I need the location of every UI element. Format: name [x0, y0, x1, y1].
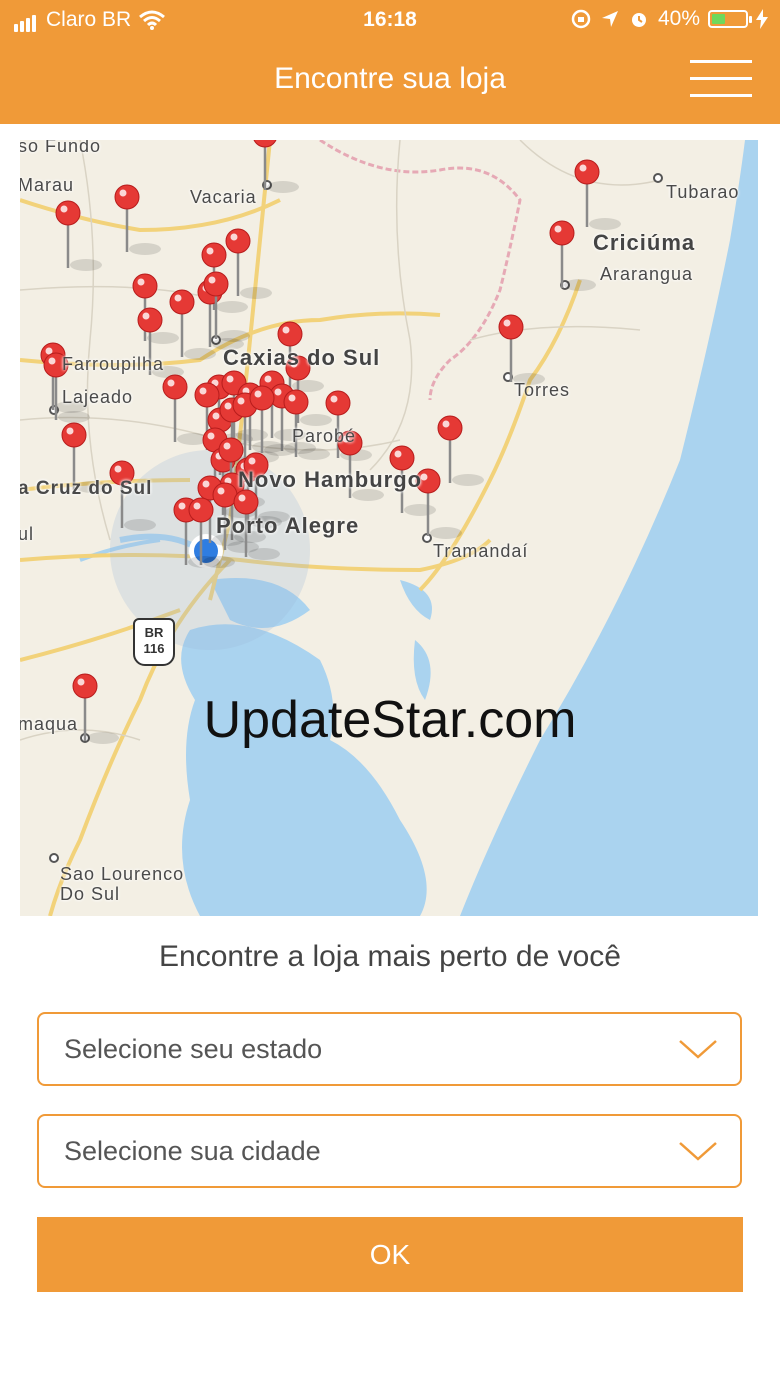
chevron-down-icon	[679, 1142, 717, 1161]
chevron-down-icon	[679, 1040, 717, 1059]
map-label: ul	[20, 524, 35, 544]
map-label: Do Sul	[60, 884, 121, 904]
map-label: Tramandaí	[433, 541, 529, 561]
map-canvas	[20, 140, 758, 916]
map-label: Marau	[20, 175, 75, 195]
location-arrow-icon	[601, 11, 618, 27]
map-label: Torres	[514, 380, 571, 400]
city-select[interactable]: Selecione sua cidade	[37, 1114, 742, 1188]
highway-prefix: BR	[144, 625, 164, 640]
page-title: Encontre sua loja	[274, 62, 506, 95]
map-label: Vacaria	[190, 187, 257, 207]
form-subtitle: Encontre a loja mais perto de você	[159, 940, 621, 973]
map-label: so Fundo	[20, 140, 102, 156]
battery-icon	[708, 10, 752, 28]
highway-number: 116	[143, 641, 165, 656]
state-select[interactable]: Selecione seu estado	[37, 1012, 742, 1086]
status-bar: Claro BR 16:18 40%	[0, 0, 780, 40]
map-label: Tubarao	[666, 182, 740, 202]
map-label: Parobé	[292, 426, 357, 446]
map-label: Farroupilha	[62, 354, 165, 374]
alarm-icon	[631, 13, 646, 27]
map-label: Caxias do Sul	[223, 345, 381, 370]
ok-button[interactable]: OK	[37, 1217, 743, 1292]
map-label: a Cruz do Sul	[20, 478, 153, 499]
battery-percent: 40%	[657, 7, 700, 30]
hamburger-menu-icon[interactable]	[690, 60, 752, 98]
state-select-placeholder: Selecione seu estado	[64, 1034, 323, 1064]
city-select-placeholder: Selecione sua cidade	[64, 1136, 321, 1166]
map-label: maqua	[20, 714, 79, 734]
map-label: Criciúma	[593, 230, 696, 255]
map-label: Ararangua	[600, 264, 694, 284]
highway-shield-icon: BR 116	[133, 618, 175, 666]
map-label: Porto Alegre	[216, 513, 360, 538]
rotation-lock-icon	[571, 9, 591, 29]
charging-bolt-icon	[756, 9, 768, 29]
store-map[interactable]: so Fundo Marau Vacaria Tubarao Criciúma …	[20, 140, 758, 916]
map-label: Lajeado	[62, 387, 134, 407]
app-header: Claro BR 16:18 40% Encontre sua loja	[0, 0, 780, 124]
map-label: Sao Lourenco	[60, 864, 185, 884]
map-label: Novo Hamburgo	[238, 467, 423, 492]
